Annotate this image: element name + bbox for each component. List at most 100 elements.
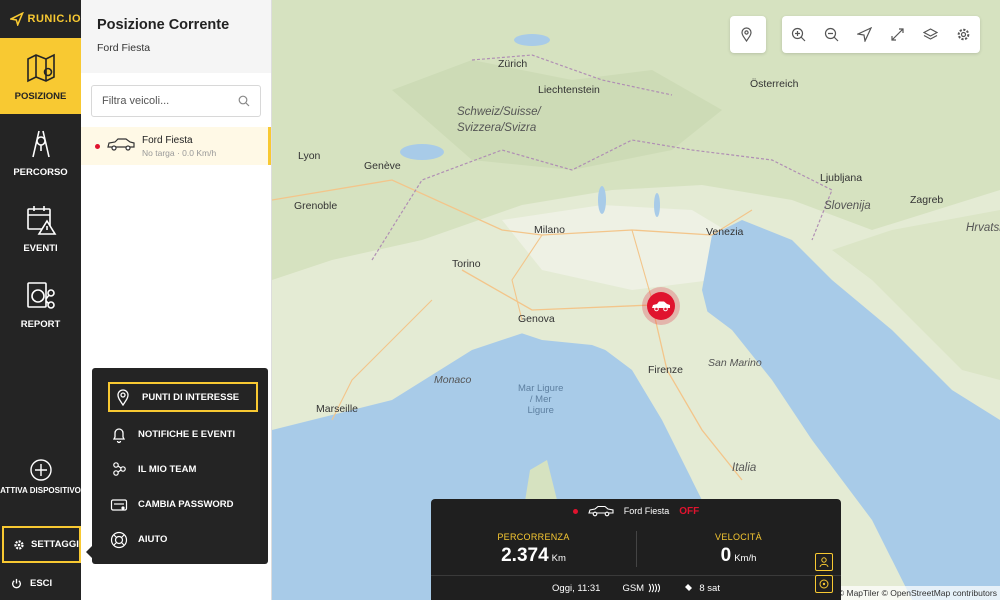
map-attribution[interactable]: © MapTiler © OpenStreetMap contributors xyxy=(834,586,1000,600)
gear-icon xyxy=(14,539,24,550)
map-label-schweiz: Schweiz/Suisse/ xyxy=(457,106,541,118)
menu-item-label: IL MIO TEAM xyxy=(138,464,197,475)
sea-label-line1: Mar Ligure xyxy=(518,383,564,394)
map-label-sanmarino: San Marino xyxy=(708,357,762,369)
vehicle-meta: No targa · 0.0 Km/h xyxy=(142,147,217,158)
panel-header: Posizione Corrente Ford Fiesta xyxy=(81,0,271,73)
settings-button[interactable]: SETTAGGI xyxy=(2,526,81,563)
status-header: Ford Fiesta OFF xyxy=(431,499,841,523)
brand-name: RUNIC.IO xyxy=(27,13,81,25)
map-label-venezia: Venezia xyxy=(706,226,744,238)
map-label-italia: Italia xyxy=(732,462,757,474)
search-input[interactable] xyxy=(102,95,232,107)
sidebar-item-label: PERCORSO xyxy=(13,166,68,178)
car-icon xyxy=(587,505,614,517)
zoom-in-button[interactable] xyxy=(782,16,815,53)
speed-value-row: 0 Km/h xyxy=(636,545,841,567)
password-icon xyxy=(110,498,128,511)
vehicle-map-marker[interactable] xyxy=(642,287,680,325)
stats-divider xyxy=(636,531,637,567)
gear-icon xyxy=(957,28,970,41)
menu-item-points-of-interest[interactable]: PUNTI DI INTERESSE xyxy=(108,382,258,412)
map-label-osterreich: Österreich xyxy=(750,78,799,90)
marker-car xyxy=(647,292,675,320)
map-label-milano: Milano xyxy=(534,224,565,236)
driver-button[interactable] xyxy=(815,553,833,571)
menu-item-team[interactable]: IL MIO TEAM xyxy=(92,452,268,487)
map-label-svizzera: Svizzera/Svizra xyxy=(457,122,537,134)
menu-item-label: AIUTO xyxy=(138,534,168,545)
menu-item-label: CAMBIA PASSWORD xyxy=(138,499,234,510)
map-settings-button[interactable] xyxy=(947,16,980,53)
add-device-button[interactable]: ATTIVA DISPOSITIVO xyxy=(0,458,81,496)
logout-label: ESCI xyxy=(30,577,53,589)
map-label-geneve: Genève xyxy=(364,160,401,172)
layers-button[interactable] xyxy=(914,16,947,53)
menu-item-label: PUNTI DI INTERESSE xyxy=(142,391,240,403)
distance-value: 2.374 xyxy=(501,544,549,566)
fullscreen-icon xyxy=(891,28,904,41)
map-label-genova: Genova xyxy=(518,313,555,325)
driver-icon xyxy=(819,557,829,568)
vehicle-search xyxy=(91,85,261,117)
plus-circle-icon xyxy=(29,459,52,481)
speed-value: 0 xyxy=(720,544,732,566)
map-label-hrvatska: Hrvatsk xyxy=(966,222,1000,234)
vehicle-list-item[interactable]: Ford Fiesta No targa · 0.0 Km/h xyxy=(81,127,271,165)
map-label-monaco: Monaco xyxy=(434,374,472,386)
team-icon xyxy=(113,461,126,476)
sidebar-item-report[interactable]: REPORT xyxy=(0,266,81,342)
gps-indicator: 8 sat xyxy=(683,583,720,594)
speed-unit: Km/h xyxy=(734,552,757,564)
menu-item-change-password[interactable]: CAMBIA PASSWORD xyxy=(92,487,268,522)
app-root: RUNIC.IO POSIZIONE PERCORSO EVENTI REPOR… xyxy=(0,0,1000,600)
bell-icon xyxy=(112,427,126,443)
engine-status: OFF xyxy=(679,505,700,517)
vehicle-status-dot xyxy=(95,143,100,149)
menu-item-notifications[interactable]: NOTIFICHE E EVENTI xyxy=(92,417,268,452)
distance-stat: PERCORRENZA 2.374 Km xyxy=(431,532,636,567)
brand-logo[interactable]: RUNIC.IO xyxy=(0,0,81,38)
logout-button[interactable]: ESCI xyxy=(0,572,81,594)
distance-label: PERCORRENZA xyxy=(497,531,570,542)
navigate-icon xyxy=(857,27,872,42)
zoom-out-button[interactable] xyxy=(815,16,848,53)
sea-label-line2: / Mer xyxy=(529,394,552,405)
vehicle-status-card: Ford Fiesta OFF PERCORRENZA 2.374 Km VELO… xyxy=(431,499,841,600)
map-icon xyxy=(26,53,55,82)
sidebar-item-label: EVENTI xyxy=(23,242,58,254)
engine-button[interactable] xyxy=(815,575,833,593)
fullscreen-button[interactable] xyxy=(881,16,914,53)
page-subtitle: Ford Fiesta xyxy=(97,42,151,54)
sidebar-item-posizione[interactable]: POSIZIONE xyxy=(0,38,81,114)
speed-label: VELOCITÀ xyxy=(715,531,762,542)
location-pin-button[interactable] xyxy=(730,16,763,53)
map-label-firenze: Firenze xyxy=(648,364,684,376)
sidebar-item-eventi[interactable]: EVENTI xyxy=(0,190,81,266)
main-sidebar: RUNIC.IO POSIZIONE PERCORSO EVENTI REPOR… xyxy=(0,0,81,600)
lifebuoy-icon xyxy=(110,531,128,548)
pin-icon xyxy=(117,389,129,406)
speed-stat: VELOCITÀ 0 Km/h xyxy=(636,532,841,567)
map-poi-toolbar xyxy=(730,16,766,53)
menu-item-help[interactable]: AIUTO xyxy=(92,522,268,557)
last-update-time: Oggi, 11:31 xyxy=(552,582,601,594)
sidebar-item-label: POSIZIONE xyxy=(14,90,67,102)
distance-value-row: 2.374 Km xyxy=(431,545,636,567)
vehicle-name: Ford Fiesta xyxy=(142,134,193,146)
zoom-in-icon xyxy=(791,27,806,42)
sidebar-item-percorso[interactable]: PERCORSO xyxy=(0,114,81,190)
gsm-label: GSM xyxy=(622,582,645,594)
map-label-mar-ligure: Mar Ligure / Mer Ligure xyxy=(518,383,563,416)
search-icon[interactable] xyxy=(238,95,250,107)
sidebar-item-label: REPORT xyxy=(20,318,61,330)
engine-icon xyxy=(819,579,829,589)
navigate-button[interactable] xyxy=(848,16,881,53)
report-icon xyxy=(26,281,55,309)
add-device-label: ATTIVA DISPOSITIVO xyxy=(0,486,81,495)
map-label-liechtenstein: Liechtenstein xyxy=(538,84,600,96)
map-label-zurich: Zürich xyxy=(498,58,528,70)
page-title: Posizione Corrente xyxy=(97,17,230,33)
layers-icon xyxy=(923,28,938,40)
sea-label-line3: Ligure xyxy=(527,405,554,416)
